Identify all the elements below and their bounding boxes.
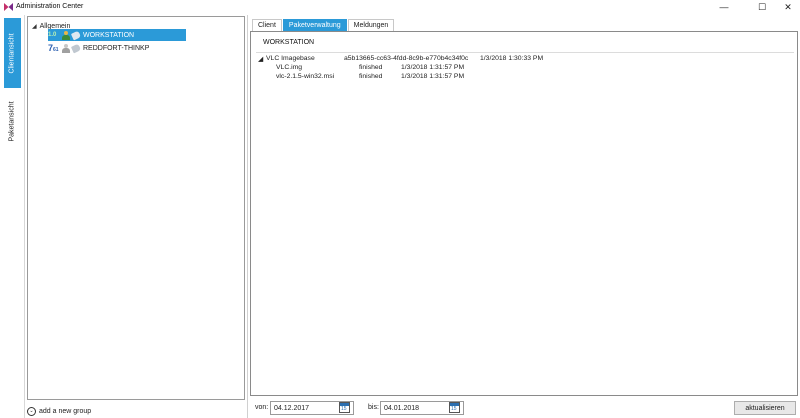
maximize-button[interactable]: ☐ — [748, 0, 776, 14]
package-name: VLC Imagebase — [266, 55, 315, 62]
package-name: VLC.img — [276, 64, 303, 71]
package-time: 1/3/2018 1:31:57 PM — [401, 64, 465, 71]
package-panel: WORKSTATION ◢ VLC Imagebase a5b13665-cc6… — [250, 31, 798, 396]
minimize-button[interactable]: — — [710, 0, 738, 14]
vtab-paketansicht[interactable]: Paketansicht — [4, 91, 21, 151]
package-name: vlc-2.1.5-win32.msi — [276, 73, 335, 80]
close-button[interactable]: ✕ — [774, 0, 800, 14]
package-time: 1/3/2018 1:31:57 PM — [401, 73, 465, 80]
add-group-label: add a new group — [39, 407, 92, 415]
package-row[interactable]: vlc-2.1.5-win32.msi finished 1/3/2018 1:… — [256, 73, 786, 82]
package-row[interactable]: VLC.img finished 1/3/2018 1:31:57 PM — [256, 64, 786, 73]
tab-meldungen[interactable]: Meldungen — [347, 19, 395, 31]
from-label: von: — [255, 404, 269, 411]
tree-item-workstation[interactable]: 1.0 WORKSTATION — [48, 29, 186, 41]
client-count-badge: 1.0 — [48, 32, 57, 38]
tree-item-label: WORKSTATION — [83, 31, 135, 39]
package-row[interactable]: ◢ VLC Imagebase a5b13665-cc63-4fdd-8c9b-… — [256, 55, 786, 64]
user-icon — [62, 43, 70, 53]
expand-arrow-icon[interactable]: ◢ — [258, 55, 263, 63]
tree-item-label: REDDFORT-THINKP — [83, 44, 150, 52]
calendar-day: 15 — [341, 406, 347, 412]
add-group-button[interactable]: ⌄ add a new group — [27, 405, 91, 417]
panel-splitter[interactable] — [247, 15, 248, 418]
date-filter-bar: von: 04.12.2017 15 bis: 04.01.2018 15 ak… — [250, 400, 800, 418]
calendar-day: 15 — [451, 406, 457, 412]
window-title: Administration Center — [16, 3, 84, 10]
client-count-badge: 7 61 — [48, 43, 62, 53]
app-logo-icon — [4, 3, 13, 11]
collapse-arrow-icon[interactable]: ◢ — [32, 23, 37, 30]
calendar-icon[interactable]: 15 — [449, 402, 460, 413]
user-icon — [62, 30, 70, 40]
vtab-label: Clientansicht — [9, 32, 17, 74]
tab-paketverwaltung[interactable]: Paketverwaltung — [282, 19, 347, 31]
calendar-icon[interactable]: 15 — [339, 402, 350, 413]
client-name-heading: WORKSTATION — [263, 39, 315, 46]
vtab-label: Paketansicht — [9, 100, 16, 142]
package-list: ◢ VLC Imagebase a5b13665-cc63-4fdd-8c9b-… — [256, 52, 794, 392]
package-status: finished — [359, 73, 383, 80]
tag-icon — [70, 30, 82, 40]
title-bar: Administration Center — ☐ ✕ — [0, 0, 800, 14]
refresh-button[interactable]: aktualisieren — [734, 401, 796, 415]
tag-icon — [70, 43, 82, 53]
package-status: finished — [359, 64, 383, 71]
chevron-down-icon: ⌄ — [27, 406, 36, 416]
detail-tabs: Client Paketverwaltung Meldungen — [252, 19, 395, 31]
tree-item-reddfort-thinkp[interactable]: 7 61 REDDFORT-THINKP — [48, 42, 149, 54]
client-tree: ◢ Allgemein 1.0 WORKSTATION 7 61 REDDFORT… — [27, 16, 245, 400]
view-switcher: Clientansicht Paketansicht — [0, 15, 25, 418]
package-status: a5b13665-cc63-4fdd-8c9b-e770b4c34f0c — [344, 55, 469, 62]
to-label: bis: — [368, 404, 379, 411]
vtab-clientansicht[interactable]: Clientansicht — [4, 18, 21, 88]
tab-client[interactable]: Client — [252, 19, 282, 31]
package-time: 1/3/2018 1:30:33 PM — [480, 55, 544, 62]
badge-sub: 61 — [53, 47, 59, 53]
